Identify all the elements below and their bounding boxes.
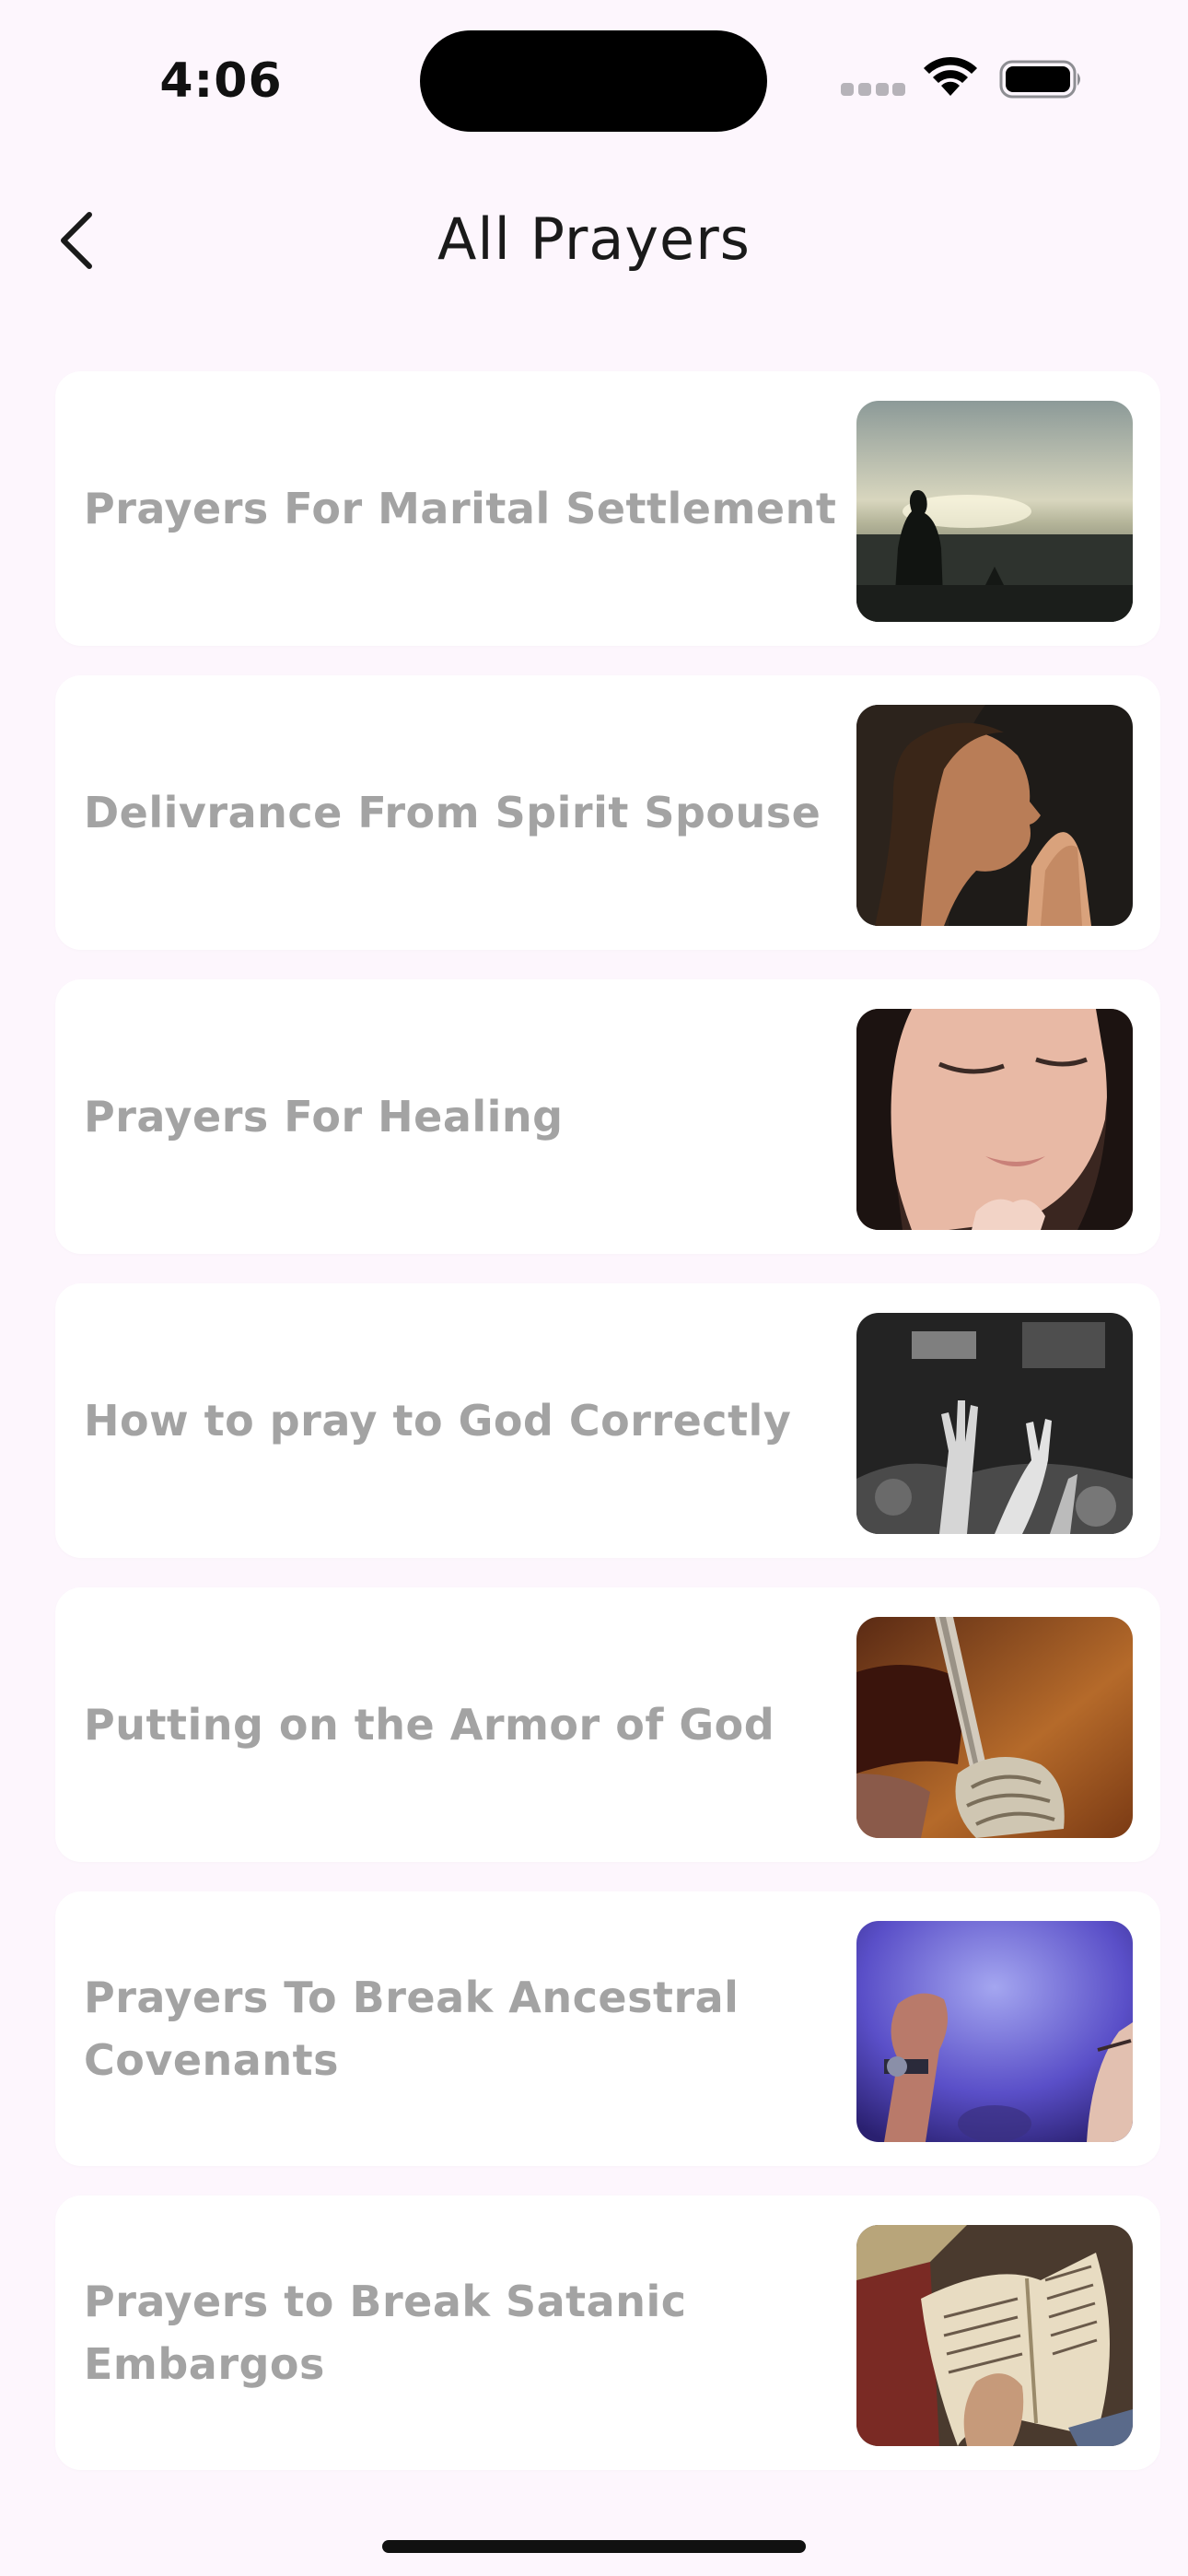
home-indicator[interactable] [382, 2540, 806, 2553]
prayer-card-ancestral-covenants[interactable]: Prayers To Break Ancestral Covenants [55, 1891, 1160, 2166]
cellular-signal-icon [841, 83, 905, 96]
prayer-list: Prayers For Marital Settlement Delivranc… [55, 371, 1160, 2500]
prayer-card-healing[interactable]: Prayers For Healing [55, 979, 1160, 1254]
prayer-card-satanic-embargos[interactable]: Prayers to Break Satanic Embargos [55, 2195, 1160, 2470]
prayer-title: Prayers For Healing [84, 1092, 564, 1142]
prayer-title: How to pray to God Correctly [84, 1396, 792, 1446]
prayer-title: Putting on the Armor of God [84, 1700, 775, 1750]
prayer-title: Prayers to Break Satanic Embargos [84, 2277, 687, 2389]
prayer-card-spirit-spouse[interactable]: Delivrance From Spirit Spouse [55, 675, 1160, 950]
page-title: All Prayers [437, 205, 751, 273]
prayer-card-armor-of-god[interactable]: Putting on the Armor of God [55, 1587, 1160, 1862]
prayer-image-raised-fist [856, 1921, 1133, 2142]
prayer-image-girl-praying [856, 1009, 1133, 1230]
prayer-image-raised-hands [856, 1313, 1133, 1534]
prayer-title: Prayers For Marital Settlement [84, 484, 837, 533]
prayer-image-silhouette [856, 401, 1133, 622]
prayer-title: Prayers To Break Ancestral Covenants [84, 1973, 740, 2085]
back-chevron-icon[interactable] [51, 204, 106, 277]
prayer-title: Delivrance From Spirit Spouse [84, 788, 821, 837]
prayer-card-marital-settlement[interactable]: Prayers For Marital Settlement [55, 371, 1160, 646]
prayer-image-bible [856, 2225, 1133, 2446]
wifi-icon [924, 56, 977, 96]
battery-icon [999, 60, 1080, 99]
prayer-image-woman-praying [856, 705, 1133, 926]
prayer-image-armor [856, 1617, 1133, 1838]
dynamic-island [420, 30, 767, 132]
prayer-card-pray-correctly[interactable]: How to pray to God Correctly [55, 1283, 1160, 1558]
status-time: 4:06 [159, 53, 283, 109]
